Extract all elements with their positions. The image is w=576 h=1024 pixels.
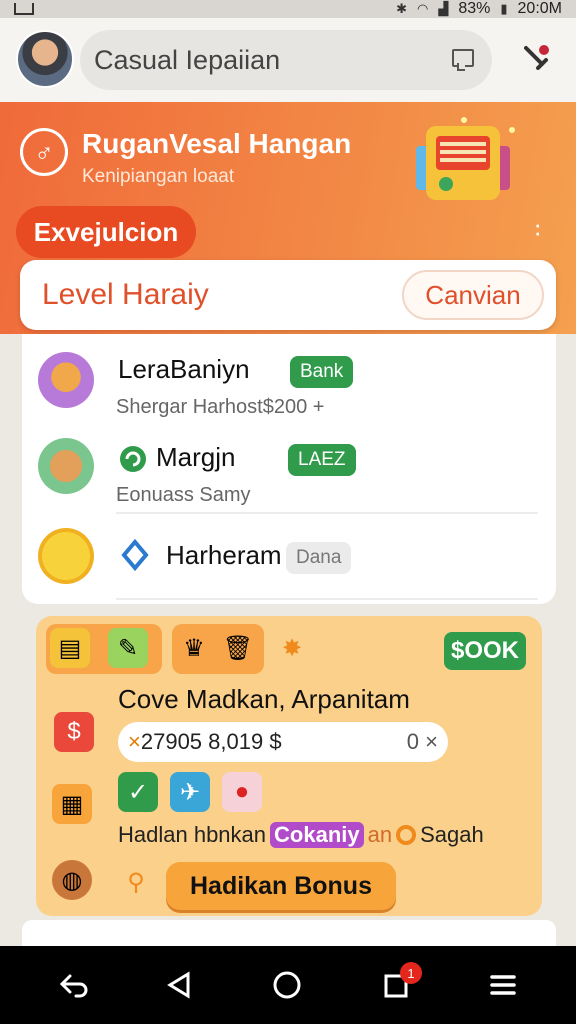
value-mark: × [128,729,141,754]
basket-icon: ▦ [52,784,92,824]
message-icon[interactable] [452,49,474,71]
avatar[interactable] [16,30,74,88]
bonus-info-line: Hadlan hbnkan Cokaniy an Sagah [118,822,484,848]
triangle-back-icon[interactable] [162,968,196,1002]
vibrate-icon: ✱ [396,1,407,16]
bonus-button[interactable]: Hadikan Bonus [166,862,396,910]
screenshot-icon [14,3,34,15]
banner-subtitle: Kenipiangan loaat [82,166,235,187]
value-clear[interactable]: 0 × [407,729,438,755]
search-text: Casual Iepaiian [94,44,281,75]
item-tag: LAEZ [288,444,356,476]
wifi-icon: ◠ [417,1,429,16]
exec-button[interactable]: Exvejulcion [16,206,196,258]
tools-icon[interactable] [520,40,554,74]
list-item[interactable]: Margjn LAEZ Eonuass Samy [22,434,556,524]
shopping-bag-icon: $ [54,712,94,752]
leaf-icon[interactable]: ✎ [108,628,148,668]
divider [116,512,538,514]
item-tag: Dana [286,542,352,574]
bonus-line-highlight: Cokaniy [270,822,364,848]
recycle-icon [120,446,146,472]
value-number: 27905 8,019 $ [140,729,282,754]
notification-badge: 1 [400,962,422,984]
brand-logo-icon: ♂ [20,128,68,176]
bonus-line-prefix: Hadlan hbnkan [118,822,267,847]
item-subtitle: Eonuass Samy [116,484,251,506]
location-icon: ⚲ [127,868,145,896]
slot-machine-icon [416,117,515,200]
list-item[interactable] [22,920,556,946]
amount-badge: $OOK [444,632,526,670]
search-bar[interactable]: Casual Iepaiian [80,30,492,90]
banner-title: RuganVesal Hangan [82,128,352,159]
app-bar: Casual Iepaiian [0,18,576,102]
edit-tile-icon[interactable]: ✈ [170,772,210,812]
bonus-title: Cove Madkan, Arpanitam [118,684,410,714]
bonus-line-mid: an [367,822,393,847]
value-field[interactable]: ×27905 8,019 $ 0 × [118,722,448,762]
menu-icon[interactable] [486,968,520,1002]
home-icon[interactable] [270,968,304,1002]
potato-avatar-icon [38,438,94,494]
status-indicators: ✱ ◠ ▟ 83% ▮ 20:0M [396,0,562,18]
bonus-line-suffix: Sagah [420,822,484,847]
list-item[interactable]: Harheram Dana [22,524,556,614]
clock: 20:0M [517,0,562,17]
pizza-icon: ◍ [52,860,92,900]
item-title: LeraBaniyn [118,354,250,384]
battery-percent: 83% [458,0,491,17]
divider [116,598,538,600]
contact-list: LeraBaniyn Bank Shergar Harhost$200 + Ma… [22,334,556,604]
trash-icon[interactable]: 🗑 [218,628,258,668]
bonus-card: ▤ ✎ ♛ 🗑 ✸ $OOK $ Cove Madkan, Arpanitam … [36,616,542,916]
item-title: Harheram [166,540,282,570]
apple-tile-icon[interactable]: ● [222,772,262,812]
brand-arrow-icon [121,538,149,572]
item-subtitle: Shergar Harhost$200 + [116,396,325,418]
emoji-avatar-icon [38,528,94,584]
navigation-bar: 1 [0,946,576,1024]
battery-icon: ▮ [500,1,508,16]
level-action-button[interactable]: Canvian [402,270,544,320]
coin-icon [396,825,417,845]
carrot-icon[interactable]: ✸ [272,628,312,668]
level-text: Level Haraiy [42,278,209,311]
item-tag: Bank [290,356,354,388]
cash-register-icon[interactable]: ▤ [50,628,90,668]
check-tile-icon[interactable]: ✓ [118,772,158,812]
item-title: Margjn [156,442,236,472]
value-amount: ×27905 8,019 $ [128,729,282,755]
back-icon[interactable] [56,968,90,1002]
list-item[interactable]: LeraBaniyn Bank Shergar Harhost$200 + [22,344,556,434]
status-bar: ✱ ◠ ▟ 83% ▮ 20:0M [0,0,576,18]
promo-banner: ♂ RuganVesal Hangan Kenipiangan loaat Ex… [0,102,576,334]
level-bar: Level Haraiy Canvian [20,260,556,330]
more-options-icon[interactable]: · · [533,211,542,245]
crown-icon[interactable]: ♛ [174,628,214,668]
signal-icon: ▟ [438,1,449,16]
beaver-avatar-icon [38,352,94,408]
